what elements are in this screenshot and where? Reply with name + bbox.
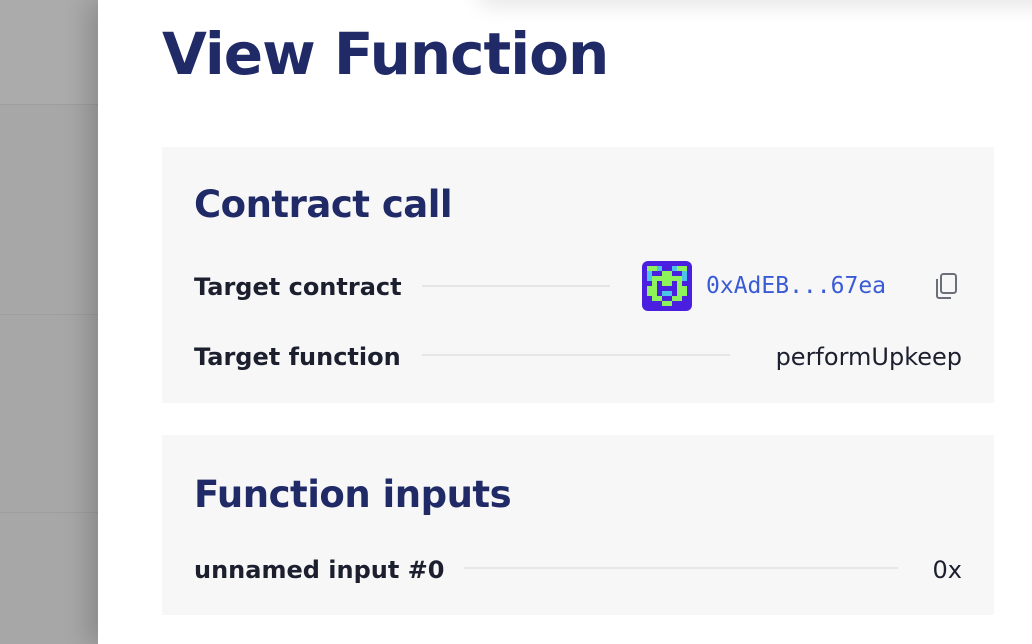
function-inputs-title: Function inputs	[194, 473, 512, 516]
backdrop-divider	[0, 512, 100, 513]
backdrop-block	[0, 0, 100, 104]
page-title: View Function	[162, 20, 609, 88]
function-inputs-card: Function inputs unnamed input #0 0x	[162, 435, 994, 615]
row-separator-line	[422, 285, 610, 287]
contract-address-link[interactable]: 0xAdEB...67ea	[706, 273, 886, 299]
backdrop-divider	[0, 104, 100, 105]
target-function-label: Target function	[194, 343, 401, 371]
function-input-label: unnamed input #0	[194, 556, 445, 584]
target-function-value: performUpkeep	[775, 343, 962, 371]
target-contract-row: Target contract 0xAdEB...67ea	[194, 261, 962, 311]
view-function-drawer: View Function Contract call Target contr…	[98, 0, 1032, 644]
target-function-row: Target function performUpkeep	[194, 335, 962, 375]
contract-call-title: Contract call	[194, 183, 453, 226]
target-contract-value: 0xAdEB...67ea	[642, 261, 962, 311]
target-contract-label: Target contract	[194, 273, 402, 301]
function-input-row: unnamed input #0 0x	[194, 548, 962, 588]
identicon-icon	[642, 261, 692, 311]
backdrop-divider	[0, 314, 100, 315]
function-input-value: 0x	[932, 556, 962, 584]
copy-icon[interactable]	[932, 271, 962, 301]
row-separator-line	[422, 354, 730, 356]
overlay-backdrop[interactable]	[0, 0, 100, 644]
row-separator-line	[464, 567, 898, 569]
contract-call-card: Contract call Target contract 0xAdEB...6…	[162, 147, 994, 403]
